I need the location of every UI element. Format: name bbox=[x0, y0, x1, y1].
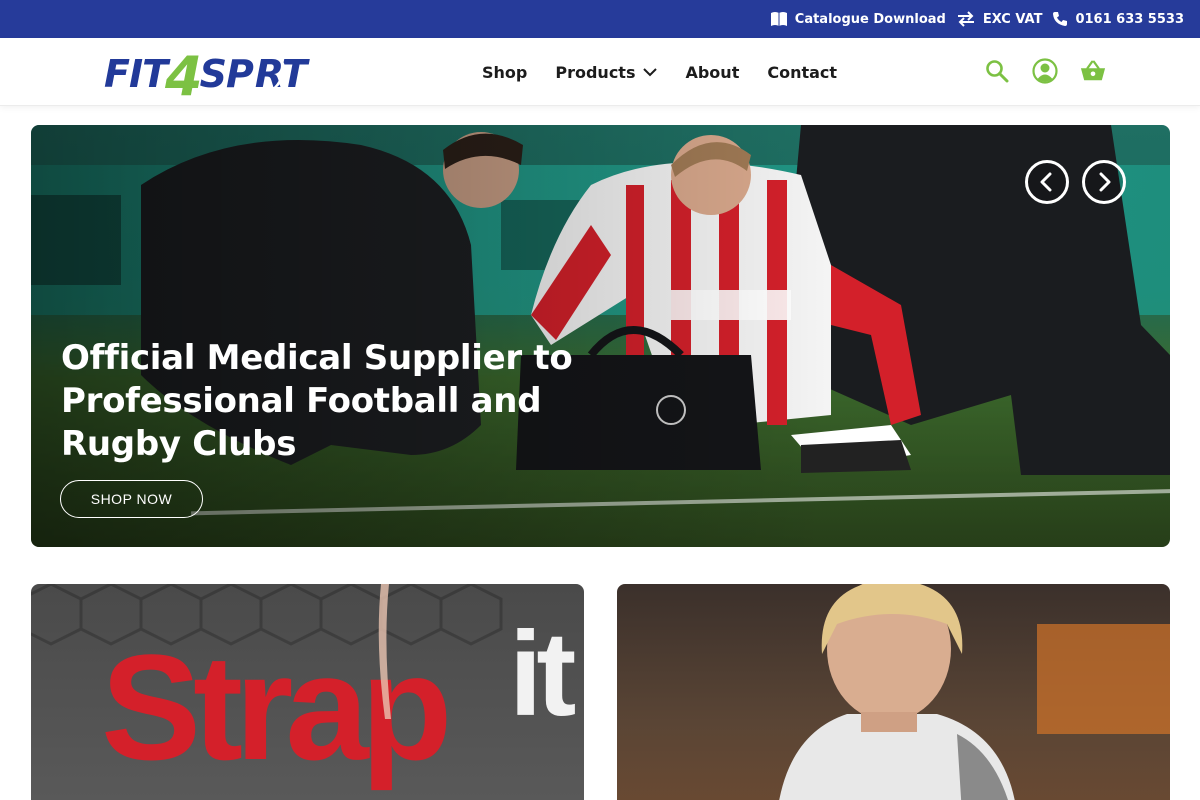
vat-toggle[interactable]: EXC VAT bbox=[956, 11, 1043, 27]
phone-link[interactable]: 0161 633 5533 bbox=[1052, 11, 1184, 27]
main-nav: Shop Products About Contact bbox=[482, 38, 837, 106]
hero-gradient-overlay bbox=[31, 125, 1170, 547]
nav-products-label: Products bbox=[555, 62, 636, 82]
nav-about[interactable]: About bbox=[685, 63, 739, 82]
nav-contact[interactable]: Contact bbox=[767, 63, 837, 82]
carousel-prev-button[interactable] bbox=[1025, 160, 1069, 204]
strapit-brand-it: it bbox=[509, 607, 576, 741]
book-icon bbox=[770, 12, 787, 26]
logo-text-sp: SP bbox=[199, 52, 254, 96]
hero-banner: Official Medical Supplier to Professiona… bbox=[31, 125, 1170, 547]
phone-icon bbox=[1053, 12, 1068, 26]
nav-shop[interactable]: Shop bbox=[482, 63, 527, 82]
chevron-left-icon bbox=[1040, 172, 1052, 192]
nav-products[interactable]: Products bbox=[555, 62, 658, 82]
carousel-next-button[interactable] bbox=[1082, 160, 1126, 204]
catalogue-download-label: Catalogue Download bbox=[794, 11, 946, 27]
basket-icon bbox=[1080, 60, 1106, 81]
catalogue-download-link[interactable]: Catalogue Download bbox=[770, 11, 946, 27]
account-icon bbox=[1032, 58, 1058, 84]
search-icon bbox=[986, 60, 1009, 83]
hero-title: Official Medical Supplier to Professiona… bbox=[61, 338, 573, 464]
athlete-photo bbox=[779, 584, 1170, 800]
nav-contact-label: Contact bbox=[767, 62, 838, 82]
site-logo[interactable]: FIT 4 SP RT bbox=[104, 45, 307, 108]
search-button[interactable] bbox=[984, 58, 1010, 84]
chevron-right-icon bbox=[1099, 172, 1111, 192]
promo-card-strapit[interactable]: Strap it bbox=[31, 584, 584, 800]
account-button[interactable] bbox=[1032, 58, 1058, 84]
shop-now-button[interactable]: SHOP NOW bbox=[60, 480, 203, 518]
nav-shop-label: Shop bbox=[482, 62, 528, 82]
vat-label: EXC VAT bbox=[982, 11, 1043, 27]
logo-text-fit: FIT bbox=[104, 52, 168, 96]
phone-label: 0161 633 5533 bbox=[1075, 11, 1184, 27]
tape-strip-graphic bbox=[378, 584, 391, 719]
swap-arrows-icon bbox=[957, 11, 974, 27]
site-header: FIT 4 SP RT Shop Products About Contact bbox=[0, 38, 1200, 108]
header-actions bbox=[984, 58, 1106, 84]
logo-text-four: 4 bbox=[165, 44, 203, 108]
promo-card-athlete[interactable] bbox=[617, 584, 1170, 800]
chevron-down-icon bbox=[643, 67, 658, 76]
nav-about-label: About bbox=[685, 62, 740, 82]
basket-button[interactable] bbox=[1080, 58, 1106, 84]
top-utility-bar: Catalogue Download EXC VAT 0161 633 5533 bbox=[0, 0, 1200, 38]
